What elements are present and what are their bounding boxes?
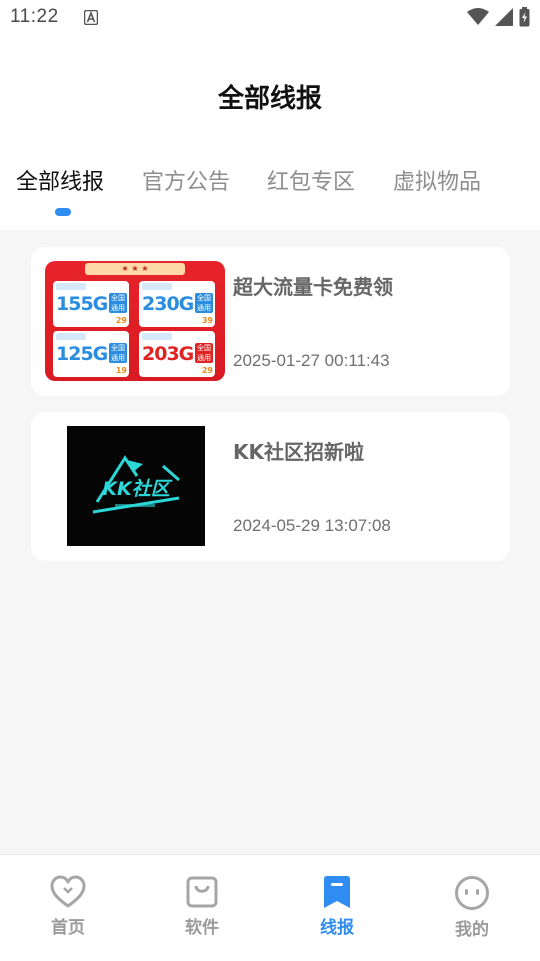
nav-label: 线报 bbox=[320, 918, 354, 938]
promo-banner: ★ ★ ★ bbox=[85, 263, 185, 275]
status-icons bbox=[467, 6, 530, 28]
smile-icon bbox=[455, 876, 489, 910]
tab-red-packets[interactable]: 红包专区 bbox=[267, 164, 355, 196]
page-title: 全部线报 bbox=[217, 84, 322, 114]
tab-official-notices[interactable]: 官方公告 bbox=[142, 164, 230, 196]
plan-amount: 230G bbox=[142, 293, 194, 315]
heart-icon bbox=[50, 875, 86, 908]
tab-all-news[interactable]: 全部线报 bbox=[16, 164, 104, 196]
post-card[interactable]: KK社区 KK社区招新啦 2024-05-29 13:07:08 bbox=[31, 412, 510, 561]
plan-amount: 155G bbox=[56, 293, 108, 315]
status-bar: 11:22 bbox=[0, 0, 540, 36]
post-thumbnail: KK社区 bbox=[45, 426, 225, 546]
post-title: 超大流量卡免费领 bbox=[233, 275, 393, 299]
post-card[interactable]: ★ ★ ★ 155G 全国 通用 29 230G 全国 通用 39 125G 全国通… bbox=[31, 247, 510, 396]
plan-tile: 155G 全国 通用 29 bbox=[53, 281, 129, 327]
status-time: 11:22 bbox=[10, 6, 59, 27]
plan-amount: 125G bbox=[56, 343, 108, 365]
post-date: 2025-01-27 00:11:43 bbox=[233, 351, 390, 370]
bottom-nav: 首页 软件 线报 我的 bbox=[0, 854, 540, 961]
plan-tile: 203G 全国 通用 29 bbox=[139, 331, 215, 377]
nav-profile[interactable]: 我的 bbox=[432, 875, 512, 940]
data-plan-promo-image: ★ ★ ★ 155G 全国 通用 29 230G 全国 通用 39 125G 全国通… bbox=[45, 261, 225, 381]
wifi-icon bbox=[467, 8, 489, 25]
post-list: ★ ★ ★ 155G 全国 通用 29 230G 全国 通用 39 125G 全国通… bbox=[0, 230, 540, 854]
plan-amount: 203G bbox=[142, 343, 194, 365]
plan-tile: 125G 全国 通用 19 bbox=[53, 331, 129, 377]
tab-active-indicator bbox=[55, 208, 71, 216]
nav-deals[interactable]: 线报 bbox=[297, 875, 377, 938]
battery-icon bbox=[519, 7, 530, 27]
post-thumbnail: ★ ★ ★ 155G 全国 通用 29 230G 全国 通用 39 125G 全国通… bbox=[45, 261, 225, 381]
plan-tile: 230G 全国 通用 39 bbox=[139, 281, 215, 327]
a-icon bbox=[84, 10, 98, 25]
page-header: 全部线报 bbox=[0, 36, 540, 156]
tab-virtual-goods[interactable]: 虚拟物品 bbox=[393, 164, 481, 196]
post-title: KK社区招新啦 bbox=[233, 440, 364, 464]
tab-bar: 全部线报 官方公告 红包专区 虚拟物品 bbox=[0, 156, 540, 230]
signal-icon bbox=[495, 8, 513, 26]
kk-community-logo: KK社区 bbox=[67, 426, 205, 546]
nav-home[interactable]: 首页 bbox=[28, 875, 108, 938]
kk-logo-text: KK社区 bbox=[102, 478, 172, 500]
bookmark-icon bbox=[324, 876, 350, 908]
bag-icon bbox=[186, 876, 218, 908]
nav-software[interactable]: 软件 bbox=[162, 875, 242, 938]
nav-label: 我的 bbox=[455, 920, 489, 940]
nav-label: 软件 bbox=[185, 918, 219, 938]
post-date: 2024-05-29 13:07:08 bbox=[233, 516, 391, 535]
nav-label: 首页 bbox=[51, 918, 85, 938]
